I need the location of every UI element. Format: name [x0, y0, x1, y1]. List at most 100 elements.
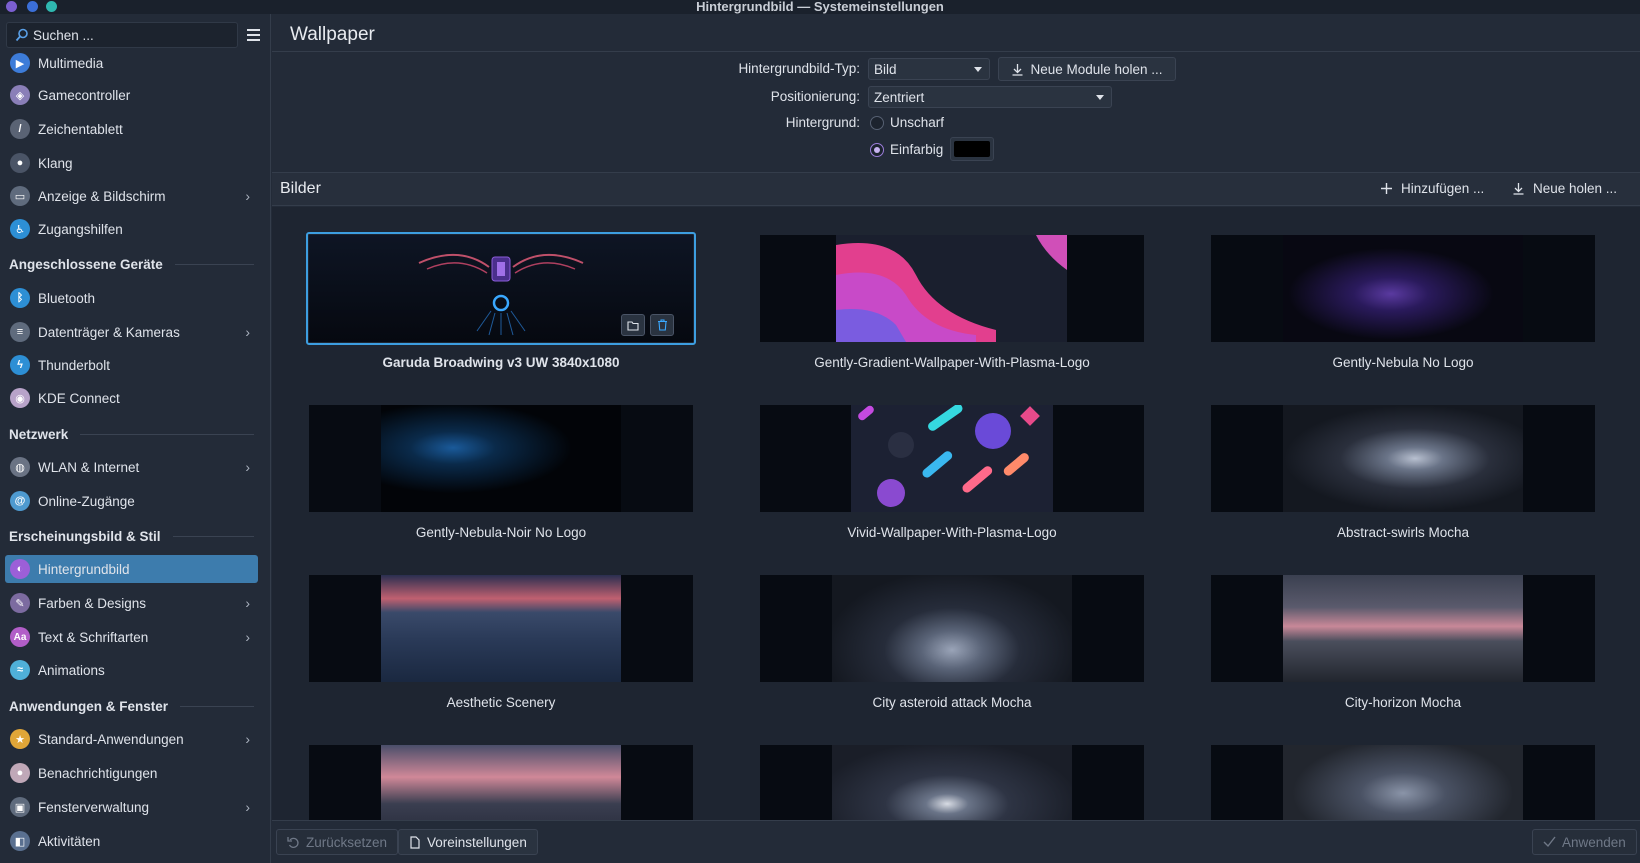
default-apps-icon: ★	[10, 729, 30, 749]
section-header-apps: Anwendungen & Fenster	[9, 697, 254, 715]
defaults-button[interactable]: Voreinstellungen	[398, 829, 538, 855]
nebula-artwork	[1283, 235, 1523, 342]
sidebar-item-label: Standard-Anwendungen	[38, 731, 184, 747]
sidebar-item-activities[interactable]: ◧ Aktivitäten	[5, 827, 258, 855]
sidebar-item-label: Online-Zugänge	[38, 493, 135, 509]
wallpaper-caption: Vivid-Wallpaper-With-Plasma-Logo	[847, 525, 1057, 540]
wallpaper-caption: City asteroid attack Mocha	[872, 695, 1032, 710]
search-input[interactable]	[33, 27, 223, 43]
sidebar-item-label: Hintergrundbild	[38, 561, 130, 577]
sidebar-item-wlan[interactable]: ◍ WLAN & Internet ›	[5, 453, 258, 481]
sidebar-item-multimedia[interactable]: ▶ Multimedia	[5, 49, 258, 77]
search-icon	[15, 28, 28, 42]
wallpaper-caption: Gently-Nebula-Noir No Logo	[415, 525, 587, 540]
window-management-icon: ▣	[10, 797, 30, 817]
section-title: Angeschlossene Geräte	[9, 256, 163, 272]
positioning-value: Zentriert	[874, 89, 925, 105]
wallpaper-caption: Aesthetic Scenery	[446, 695, 556, 710]
wallpaper-thumbnail	[760, 235, 1144, 342]
gradient-artwork	[836, 235, 1067, 342]
sidebar-item-animations[interactable]: ≈ Animations	[5, 656, 258, 684]
wallpaper-caption: Gently-Gradient-Wallpaper-With-Plasma-Lo…	[814, 355, 1090, 370]
drive-icon: ≡	[10, 322, 30, 342]
divider	[272, 51, 1640, 52]
color-picker-button[interactable]	[950, 137, 994, 161]
sidebar-item-anzeige[interactable]: ▭ Anzeige & Bildschirm ›	[5, 182, 258, 210]
wallpaper-type-select[interactable]: Bild	[868, 58, 990, 80]
get-new-modules-label: Neue Module holen ...	[1030, 61, 1163, 77]
plasma-waves-shape	[836, 235, 1067, 342]
sidebar-item-standard-apps[interactable]: ★ Standard-Anwendungen ›	[5, 725, 258, 753]
sidebar-item-thunderbolt[interactable]: ϟ Thunderbolt	[5, 351, 258, 379]
radio-blur-label: Unscharf	[890, 115, 945, 130]
sidebar-item-kdeconnect[interactable]: ◉ KDE Connect	[5, 384, 258, 412]
sidebar-item-label: Bluetooth	[38, 290, 96, 306]
sidebar-item-label: Animations	[38, 662, 105, 678]
wallpaper-thumbnail	[309, 575, 693, 682]
sidebar-item-zugangshilfen[interactable]: ♿ Zugangshilfen	[5, 215, 258, 243]
bluetooth-icon: ᛒ	[10, 288, 30, 308]
undo-icon	[287, 836, 299, 848]
download-icon	[1513, 183, 1524, 195]
positioning-select[interactable]: Zentriert	[868, 86, 1112, 108]
sidebar-item-schriftarten[interactable]: Aa Text & Schriftarten ›	[5, 623, 258, 651]
wallpaper-caption: Abstract-swirls Mocha	[1336, 525, 1470, 540]
notifications-icon: ●	[10, 763, 30, 783]
page-title: Wallpaper	[290, 24, 375, 45]
sidebar: ▶ Multimedia ◈ Gamecontroller / Zeichent…	[0, 14, 271, 863]
wallpaper-caption: City-horizon Mocha	[1344, 695, 1462, 710]
background-label: Hintergrund:	[785, 115, 860, 130]
sidebar-item-gamecontroller[interactable]: ◈ Gamecontroller	[5, 81, 258, 109]
chevron-right-icon: ›	[245, 324, 250, 340]
chevron-right-icon: ›	[245, 595, 250, 611]
get-new-modules-button[interactable]: Neue Module holen ...	[998, 57, 1176, 81]
main-content: Wallpaper Hintergrundbild-Typ: Bild Neue…	[272, 14, 1640, 863]
radio-blur[interactable]	[870, 116, 884, 130]
hamburger-menu-icon[interactable]	[244, 26, 262, 44]
radio-solid-color[interactable]	[870, 143, 884, 157]
chevron-right-icon: ›	[245, 629, 250, 645]
sidebar-item-datentraeger[interactable]: ≡ Datenträger & Kameras ›	[5, 318, 258, 346]
sidebar-item-label: Zeichentablett	[38, 121, 123, 137]
sidebar-item-notifications[interactable]: ● Benachrichtigungen	[5, 759, 258, 787]
sidebar-item-label: Aktivitäten	[38, 833, 101, 849]
city-horizon-artwork	[1283, 575, 1523, 682]
sidebar-item-klang[interactable]: ● Klang	[5, 149, 258, 177]
sidebar-item-online-accounts[interactable]: @ Online-Zugänge	[5, 487, 258, 515]
footer-bar: Zurücksetzen Voreinstellungen Anwenden	[272, 820, 1640, 863]
wallpaper-caption: Garuda Broadwing v3 UW 3840x1080	[382, 355, 620, 370]
vivid-shapes	[858, 405, 1040, 507]
accessibility-icon: ♿	[10, 219, 30, 239]
sidebar-item-bluetooth[interactable]: ᛒ Bluetooth	[5, 284, 258, 312]
reset-button[interactable]: Zurücksetzen	[276, 829, 399, 855]
apply-button[interactable]: Anwenden	[1532, 829, 1637, 855]
add-image-button[interactable]: Hinzufügen ...	[1380, 181, 1484, 196]
add-image-label: Hinzufügen ...	[1401, 181, 1485, 196]
display-icon: ▭	[10, 186, 30, 206]
window-title: Hintergrundbild — Systemeinstellungen	[696, 0, 944, 14]
sidebar-item-hintergrundbild[interactable]: ◐ Hintergrundbild	[5, 555, 258, 583]
selection-frame	[306, 232, 696, 345]
sidebar-item-zeichentablett[interactable]: / Zeichentablett	[5, 115, 258, 143]
dark-clouds-artwork	[1283, 745, 1523, 820]
wallpaper-thumbnail	[760, 405, 1144, 512]
checkmark-icon	[1543, 836, 1556, 848]
gamecontroller-icon: ◈	[10, 85, 30, 105]
nebula-noir-artwork	[381, 405, 621, 512]
positioning-label: Positionierung:	[770, 89, 860, 104]
sidebar-item-window-management[interactable]: ▣ Fensterverwaltung ›	[5, 793, 258, 821]
search-field[interactable]	[6, 22, 238, 48]
get-new-wallpapers-button[interactable]: Neue holen ...	[1512, 181, 1617, 196]
color-swatch	[954, 141, 990, 157]
chevron-right-icon: ›	[245, 731, 250, 747]
sidebar-item-label: Gamecontroller	[38, 87, 131, 103]
sidebar-item-label: KDE Connect	[38, 390, 120, 406]
sidebar-item-label: Klang	[38, 155, 73, 171]
scenery-artwork	[381, 575, 621, 682]
wallpaper-type-label: Hintergrundbild-Typ:	[738, 61, 860, 76]
sidebar-item-label: Benachrichtigungen	[38, 765, 158, 781]
sidebar-item-label: Zugangshilfen	[38, 221, 123, 237]
sidebar-item-label: WLAN & Internet	[38, 459, 140, 475]
sidebar-item-label: Multimedia	[38, 55, 104, 71]
sidebar-item-farben[interactable]: ✎ Farben & Designs ›	[5, 589, 258, 617]
